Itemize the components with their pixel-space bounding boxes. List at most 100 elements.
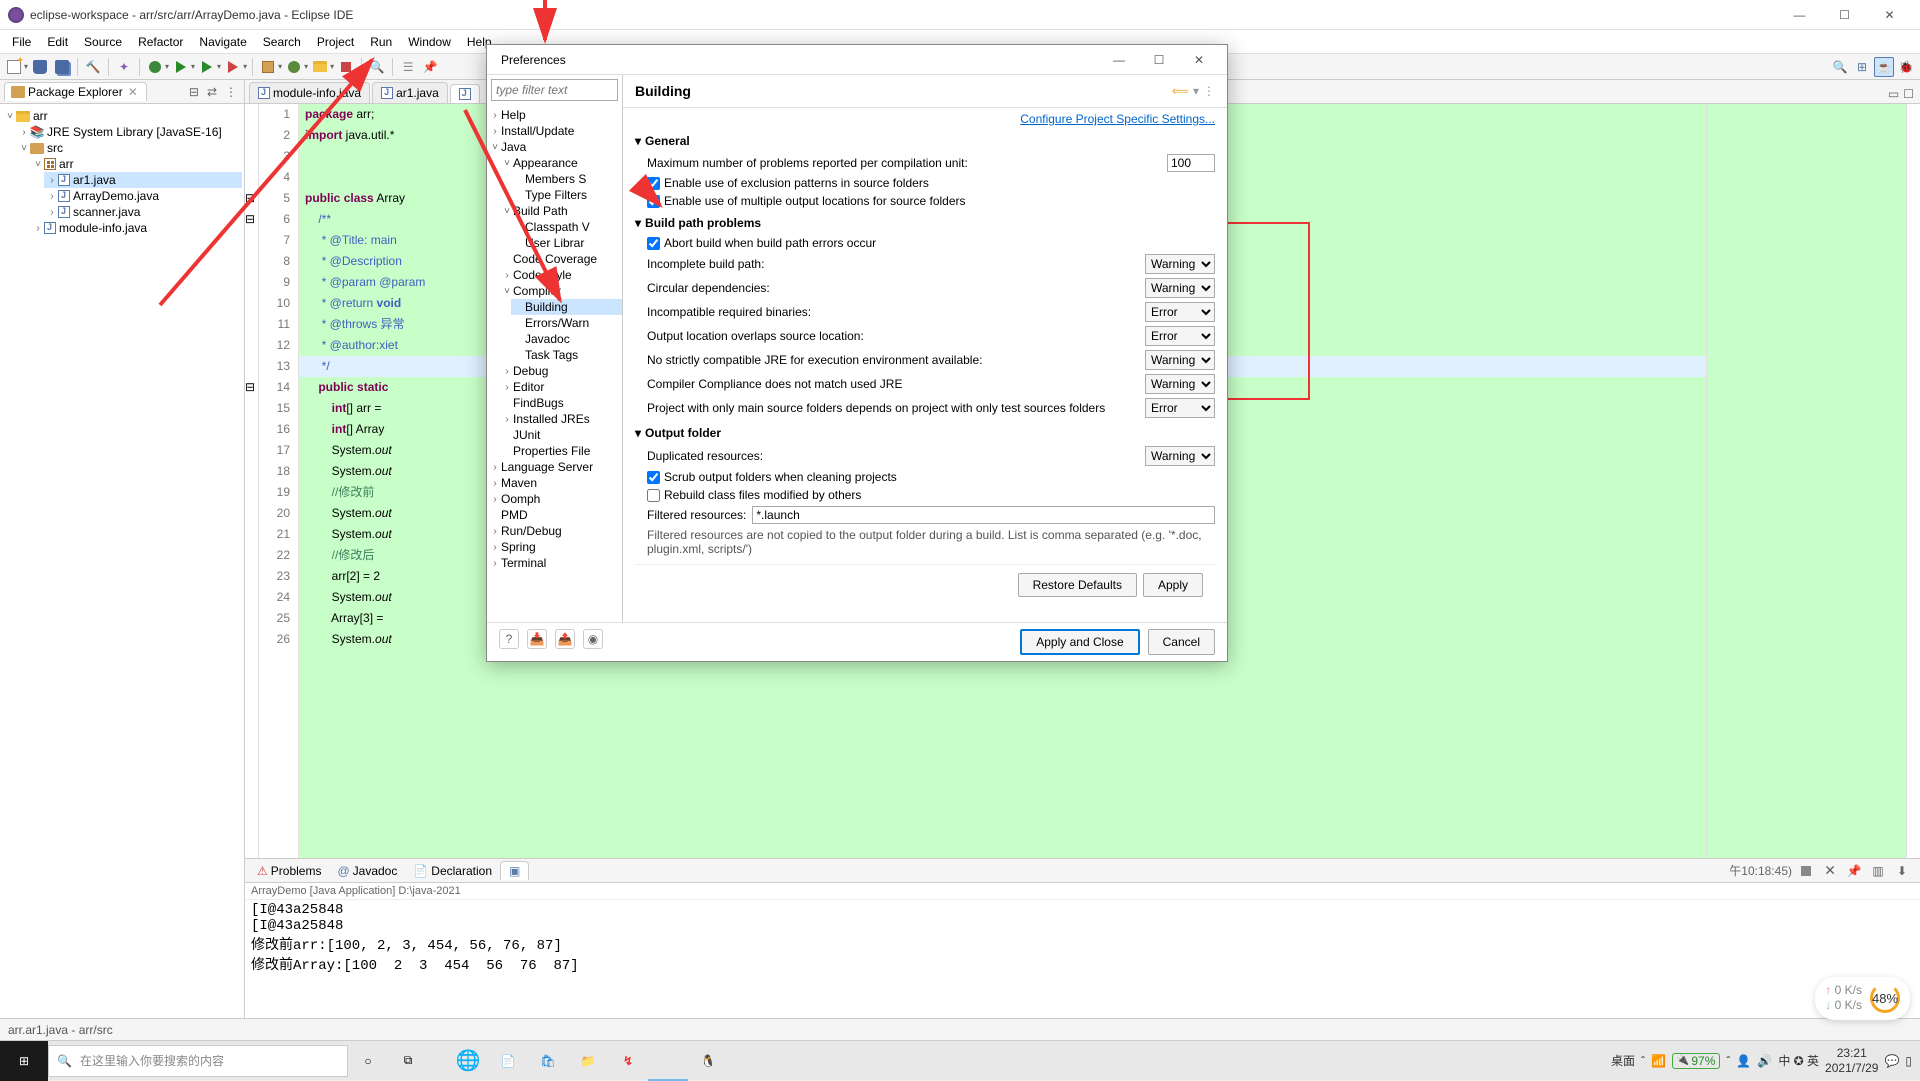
dialog-close-button[interactable]: ✕ <box>1179 46 1219 74</box>
cortana-icon[interactable]: ○ <box>348 1041 388 1081</box>
restore-defaults-button[interactable]: Restore Defaults <box>1018 573 1137 597</box>
nav-findbugs[interactable]: FindBugs <box>499 395 622 411</box>
multiple-output-checkbox[interactable] <box>647 195 660 208</box>
nav-jres[interactable]: ›Installed JREs <box>499 411 622 427</box>
nav-javadoc[interactable]: Javadoc <box>511 331 622 347</box>
section-output[interactable]: ▾ Output folder <box>635 426 1215 440</box>
tray-chevron-icon[interactable]: ˆ <box>1726 1054 1730 1068</box>
search-button[interactable]: 🔍 <box>367 57 387 77</box>
menu-search[interactable]: Search <box>255 32 309 52</box>
debug-perspective-button[interactable]: 🐞 <box>1896 57 1916 77</box>
new-package-button[interactable] <box>258 57 278 77</box>
package-explorer-tab[interactable]: Package Explorer ✕ <box>4 82 147 101</box>
nav-junit[interactable]: JUnit <box>499 427 622 443</box>
nav-editor[interactable]: ›Editor <box>499 379 622 395</box>
ime-indicator[interactable]: 中 ✪ 英 <box>1778 1052 1819 1069</box>
dup-select[interactable]: Warning <box>1145 446 1215 466</box>
ext-tools-button[interactable] <box>223 57 243 77</box>
new-folder-button[interactable] <box>310 57 330 77</box>
new-class-button[interactable] <box>284 57 304 77</box>
nav-compiler[interactable]: ˅Compiler <box>499 283 622 299</box>
help-button[interactable]: ? <box>499 629 519 649</box>
collapse-all-button[interactable]: ⊟ <box>186 85 202 99</box>
nav-ls[interactable]: ›Language Server <box>487 459 622 475</box>
qq-icon[interactable]: 🐧 <box>688 1041 728 1081</box>
exclusion-checkbox[interactable] <box>647 177 660 190</box>
cancel-button[interactable]: Cancel <box>1148 629 1215 655</box>
view-menu-button[interactable]: ⋮ <box>222 85 240 99</box>
nav-help[interactable]: ›Help <box>487 107 622 123</box>
new-button[interactable] <box>4 57 24 77</box>
abort-checkbox[interactable] <box>647 237 660 250</box>
open-type-button[interactable]: 🔨 <box>83 57 103 77</box>
nav-members[interactable]: Members S <box>511 171 622 187</box>
debug-button[interactable] <box>145 57 165 77</box>
apply-close-button[interactable]: Apply and Close <box>1020 629 1139 655</box>
run-button[interactable] <box>171 57 191 77</box>
store-icon[interactable]: 🛍 <box>528 1041 568 1081</box>
console-stop-button[interactable] <box>1796 861 1816 881</box>
minimize-button[interactable]: — <box>1777 0 1822 30</box>
nav-userlib[interactable]: User Librar <box>511 235 622 251</box>
battery-icon[interactable]: 🔌97% <box>1672 1053 1720 1069</box>
import-button[interactable]: 📥 <box>527 629 547 649</box>
editor-tab-ar1[interactable]: ar1.java <box>372 82 448 103</box>
dialog-maximize-button[interactable]: ☐ <box>1139 46 1179 74</box>
stop-button[interactable] <box>336 57 356 77</box>
nav-install[interactable]: ›Install/Update <box>487 123 622 139</box>
eclipse-task-icon[interactable] <box>648 1041 688 1081</box>
start-button[interactable]: ⊞ <box>0 1041 48 1081</box>
nav-java[interactable]: ˅Java <box>487 139 622 155</box>
bpp-select[interactable]: Warning <box>1145 254 1215 274</box>
desktop-label[interactable]: 桌面 <box>1611 1052 1635 1069</box>
console-display-button[interactable]: ▥ <box>1868 861 1888 881</box>
console-tab[interactable]: ▣ <box>500 861 529 880</box>
menu-navigate[interactable]: Navigate <box>191 32 254 52</box>
project-node[interactable]: ˅ arr <box>2 108 242 124</box>
bpp-select[interactable]: Error <box>1145 302 1215 322</box>
max-problems-input[interactable] <box>1167 154 1215 172</box>
show-desktop-button[interactable]: ▯ <box>1905 1054 1912 1068</box>
nav-spring[interactable]: ›Spring <box>487 539 622 555</box>
file-node-ar1[interactable]: › ar1.java <box>44 172 242 188</box>
editor-maximize-button[interactable]: ☐ <box>1903 87 1914 101</box>
link-editor-button[interactable]: ⇄ <box>204 85 220 99</box>
bpp-select[interactable]: Error <box>1145 398 1215 418</box>
bpp-select[interactable]: Warning <box>1145 350 1215 370</box>
clock[interactable]: 23:21 2021/7/29 <box>1825 1046 1878 1075</box>
console-pin-button[interactable]: 📌 <box>1844 861 1864 881</box>
nav-buildpath[interactable]: ˅Build Path <box>499 203 622 219</box>
nav-codestyle[interactable]: ›Code Style <box>499 267 622 283</box>
export-button[interactable]: 📤 <box>555 629 575 649</box>
speaker-icon[interactable]: 🔊 <box>1757 1054 1772 1068</box>
nav-maven[interactable]: ›Maven <box>487 475 622 491</box>
dialog-minimize-button[interactable]: — <box>1099 46 1139 74</box>
src-node[interactable]: ˅ src <box>16 140 242 156</box>
people-icon[interactable]: 👤 <box>1736 1054 1751 1068</box>
nav-appearance[interactable]: ˅Appearance <box>499 155 622 171</box>
nav-codecov[interactable]: Code Coverage <box>499 251 622 267</box>
nav-terminal[interactable]: ›Terminal <box>487 555 622 571</box>
back-icon[interactable]: ⟸ <box>1172 84 1189 98</box>
nav-pmd[interactable]: PMD <box>487 507 622 523</box>
section-general[interactable]: ▾ General <box>635 134 1215 148</box>
taskview-icon[interactable]: ⧉ <box>388 1041 428 1081</box>
maximize-button[interactable]: ☐ <box>1822 0 1867 30</box>
menu-edit[interactable]: Edit <box>39 32 76 52</box>
quick-access-button[interactable]: 🔍 <box>1830 57 1850 77</box>
nav-rundebug[interactable]: ›Run/Debug <box>487 523 622 539</box>
nav-classpath[interactable]: Classpath V <box>511 219 622 235</box>
nav-oomph[interactable]: ›Oomph <box>487 491 622 507</box>
taskbar-search[interactable]: 🔍 在这里输入你要搜索的内容 <box>48 1045 348 1077</box>
menu-refactor[interactable]: Refactor <box>130 32 191 52</box>
red-app-icon[interactable]: ↯ <box>608 1041 648 1081</box>
explorer-icon[interactable]: 📁 <box>568 1041 608 1081</box>
editor-minimize-button[interactable]: ▭ <box>1888 87 1899 101</box>
menu-window[interactable]: Window <box>400 32 459 52</box>
nav-building[interactable]: Building <box>511 299 622 315</box>
console-output[interactable]: [I@43a25848 [I@43a25848 修改前arr:[100, 2, … <box>245 900 1920 1018</box>
wifi-icon[interactable]: 📶 <box>1651 1054 1666 1068</box>
scrub-checkbox[interactable] <box>647 471 660 484</box>
javadoc-tab[interactable]: @Javadoc <box>329 862 405 880</box>
editor-tab-extra[interactable] <box>450 84 480 103</box>
